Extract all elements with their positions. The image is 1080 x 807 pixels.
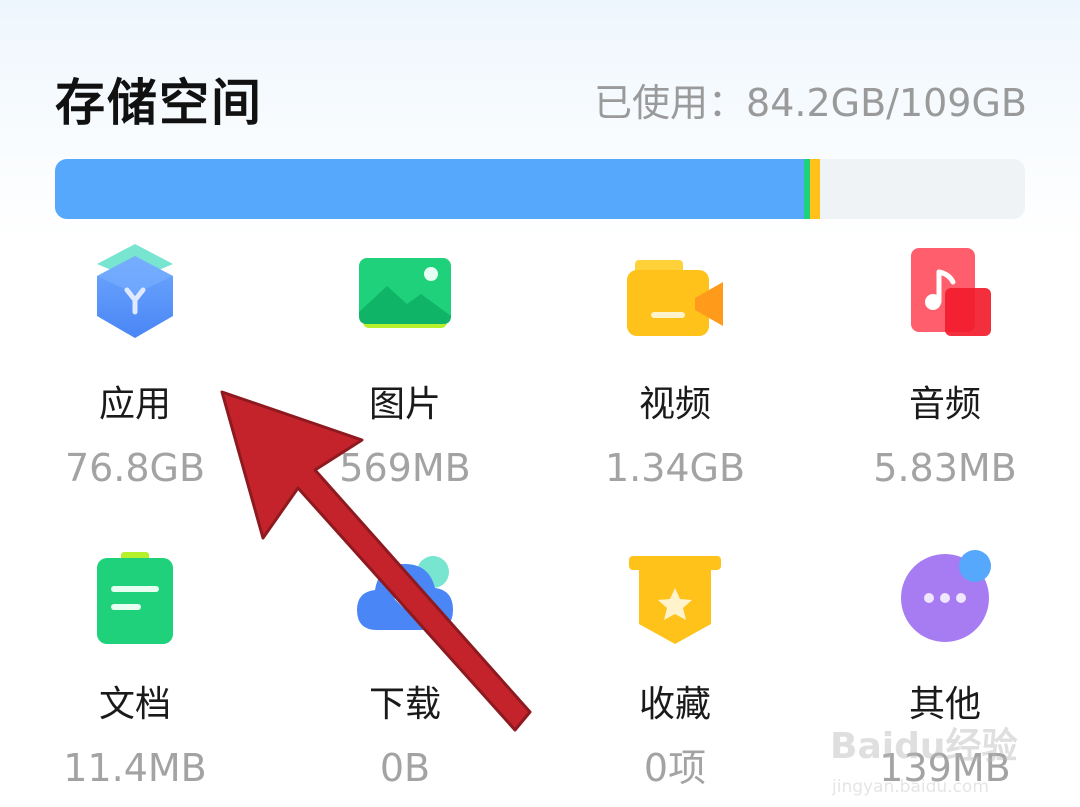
usage-bar-yellow-segment	[809, 159, 821, 219]
category-name: 应用	[98, 384, 171, 425]
category-apps[interactable]: 应用 76.8GB	[0, 228, 270, 508]
category-size: 569MB	[339, 446, 471, 490]
document-icon	[83, 542, 187, 646]
category-name: 图片	[368, 384, 441, 425]
storage-header: 存储空间 已使用：84.2GB/109GB	[55, 66, 1027, 146]
watermark-text: Baidu经验	[830, 726, 1017, 767]
watermark-sub: jingyan.baidu.com	[831, 777, 989, 797]
category-size: 11.4MB	[63, 746, 207, 790]
apps-cube-icon	[83, 242, 187, 346]
category-audio[interactable]: 音频 5.83MB	[810, 228, 1080, 508]
category-size: 1.34GB	[604, 446, 746, 490]
storage-usage-bar	[55, 159, 1025, 219]
category-videos[interactable]: 视频 1.34GB	[540, 228, 810, 508]
category-name: 视频	[638, 384, 711, 425]
category-name: 收藏	[638, 684, 711, 725]
video-icon	[623, 242, 727, 346]
category-favorites[interactable]: 收藏 0项	[540, 528, 810, 807]
category-downloads[interactable]: 下载 0B	[270, 528, 540, 807]
category-documents[interactable]: 文档 11.4MB	[0, 528, 270, 807]
image-icon	[353, 242, 457, 346]
category-name: 音频	[908, 384, 981, 425]
usage-bar-apps-segment	[55, 159, 804, 219]
category-size: 5.83MB	[873, 446, 1017, 490]
category-size: 76.8GB	[64, 446, 206, 490]
music-icon	[893, 242, 997, 346]
page-title: 存储空间	[55, 74, 263, 132]
category-images[interactable]: 图片 569MB	[270, 228, 540, 508]
category-name: 文档	[98, 684, 171, 725]
storage-usage-text: 已使用：84.2GB/109GB	[594, 81, 1027, 125]
star-badge-icon	[623, 542, 727, 646]
cloud-download-icon	[353, 542, 457, 646]
category-size: 0项	[643, 746, 707, 790]
category-name: 下载	[368, 684, 441, 725]
more-dots-icon	[893, 542, 997, 646]
baidu-watermark: Baidu经验 jingyan.baidu.com	[820, 712, 1020, 802]
category-size: 0B	[379, 746, 431, 790]
